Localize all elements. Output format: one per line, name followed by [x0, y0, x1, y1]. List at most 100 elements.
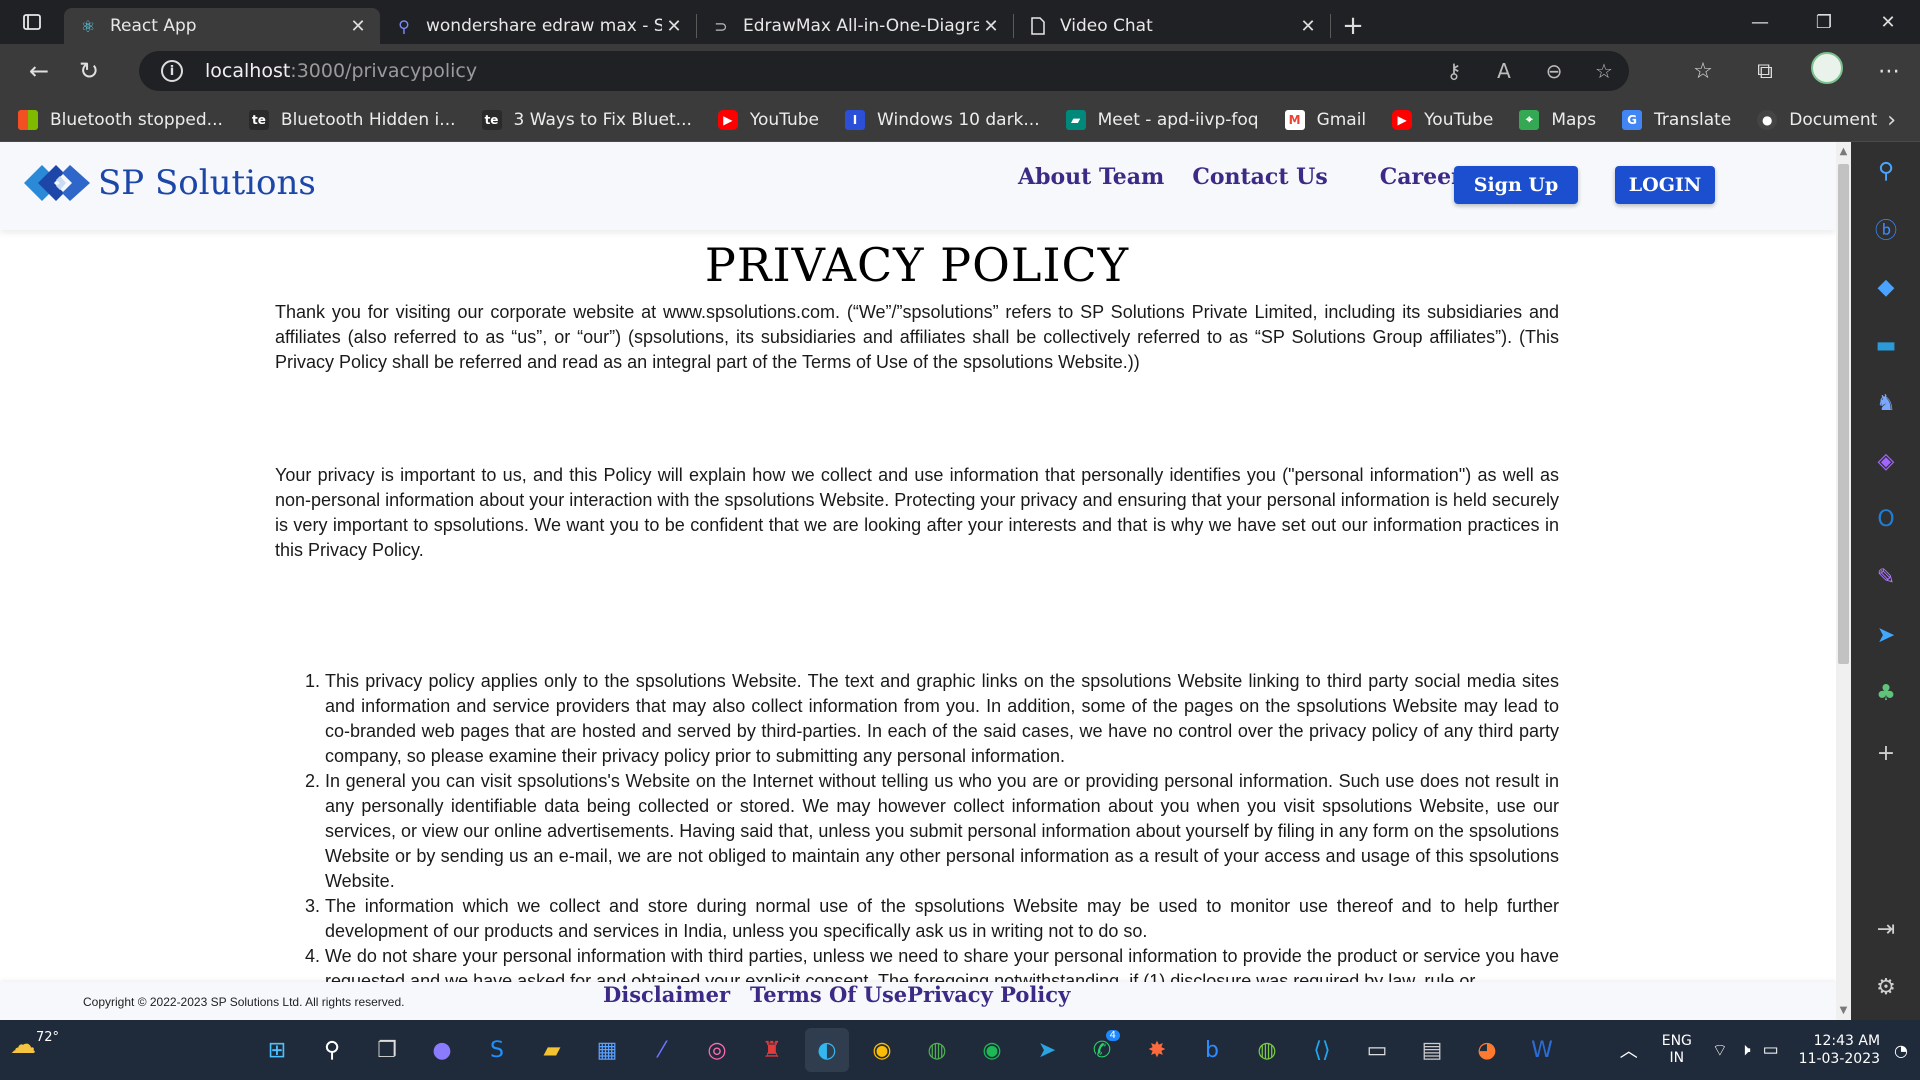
chevron-up-icon[interactable]: ︿	[1620, 1037, 1638, 1063]
close-tab-icon[interactable]: ✕	[1296, 16, 1320, 37]
bookmark-item[interactable]: ⌖ Maps	[1519, 109, 1596, 130]
bookmark-item[interactable]: Bluetooth stopped...	[18, 109, 223, 130]
site-info-icon[interactable]: i	[161, 60, 183, 82]
mysql-icon[interactable]: ▤	[1410, 1028, 1454, 1072]
whatsapp-icon[interactable]: ✆ 4	[1080, 1028, 1124, 1072]
bookmark-item[interactable]: te Bluetooth Hidden i...	[248, 109, 456, 130]
address-bar[interactable]: i localhost :3000/privacypolicy ⚷ A ⊖ ☆	[139, 51, 1629, 91]
close-tab-icon[interactable]: ✕	[346, 16, 370, 37]
battery-icon[interactable]: ▭	[1763, 1040, 1779, 1060]
restore-icon[interactable]: ❐	[1792, 0, 1856, 44]
designer-icon[interactable]: ✎	[1871, 562, 1901, 592]
teams-chat-icon[interactable]: ●	[420, 1028, 464, 1072]
notification-icon[interactable]: ◔	[1894, 1041, 1908, 1060]
tab-actions-menu-icon[interactable]	[0, 0, 64, 44]
creative-cloud-icon[interactable]: ◎	[695, 1028, 739, 1072]
more-menu-icon[interactable]: ⋯	[1858, 59, 1920, 84]
sublime-icon[interactable]: ◕	[1465, 1028, 1509, 1072]
terminal-icon[interactable]: ▭	[1355, 1028, 1399, 1072]
search-icon[interactable]: ⚲	[1871, 156, 1901, 186]
word-icon[interactable]: W	[1520, 1028, 1564, 1072]
close-tab-icon[interactable]: ✕	[979, 16, 1003, 37]
bookmark-item[interactable]: ▰ Meet - apd-iivp-foq	[1065, 109, 1259, 130]
wifi-icon[interactable]: ⌔	[1712, 1040, 1728, 1061]
bookmark-item[interactable]: G Translate	[1622, 109, 1731, 130]
minimize-icon[interactable]: —	[1728, 0, 1792, 44]
close-tab-icon[interactable]: ✕	[662, 16, 686, 37]
add-favorite-icon[interactable]: ☆	[1579, 59, 1629, 83]
tree-icon[interactable]: ♣	[1871, 678, 1901, 708]
nav-contact-us[interactable]: Contact Us	[1192, 164, 1327, 190]
zoom-icon[interactable]: ⊖	[1529, 59, 1579, 83]
bookmark-item[interactable]: ▶ YouTube	[1392, 109, 1493, 130]
bing-icon[interactable]: b	[1190, 1028, 1234, 1072]
leaf-app-icon[interactable]: ◍	[1245, 1028, 1289, 1072]
bookmark-item[interactable]: I Windows 10 dark...	[845, 109, 1040, 130]
green-app-icon[interactable]: ◍	[915, 1028, 959, 1072]
speaker-muted-icon[interactable]: 🕨	[1740, 1040, 1751, 1060]
edge-icon[interactable]: ◐	[805, 1028, 849, 1072]
read-aloud-icon[interactable]: A	[1479, 59, 1529, 83]
outlook-icon[interactable]: O	[1871, 504, 1901, 534]
weather-widget[interactable]: ☁ 72°	[10, 1030, 59, 1060]
collections-icon[interactable]: ⧉	[1734, 59, 1796, 84]
games-icon[interactable]: ♞	[1871, 388, 1901, 418]
footer-privacy-link[interactable]: Privacy Policy	[907, 982, 1070, 1007]
task-view-icon[interactable]: ❐	[365, 1028, 409, 1072]
telegram-icon[interactable]: ➤	[1025, 1028, 1069, 1072]
postman-icon[interactable]: ✸	[1135, 1028, 1179, 1072]
bing-chat-icon[interactable]: ⓑ	[1871, 214, 1901, 244]
footer-terms-link[interactable]: Terms Of Use	[750, 982, 907, 1007]
hide-sidebar-icon[interactable]: ⇥	[1871, 914, 1901, 944]
add-icon[interactable]: +	[1871, 738, 1901, 768]
site-logo[interactable]: SP Solutions	[20, 152, 316, 214]
visual-studio-icon[interactable]: ⁄	[640, 1028, 684, 1072]
login-button[interactable]: LOGIN	[1615, 166, 1715, 204]
microsoft-store-icon[interactable]: ▦	[585, 1028, 629, 1072]
scrollbar-thumb[interactable]	[1838, 164, 1849, 664]
footer-disclaimer-link[interactable]: Disclaimer	[603, 982, 730, 1007]
bookmark-item[interactable]: ● Document	[1757, 109, 1877, 130]
key-icon[interactable]: ⚷	[1429, 59, 1479, 83]
skype-icon[interactable]: S	[475, 1028, 519, 1072]
edge-sidebar: ⚲ ⓑ ◆ ▬ ♞ ◈ O ✎ ➤ ♣ + ⇥ ⚙	[1851, 142, 1920, 1020]
office-icon[interactable]: ◈	[1871, 446, 1901, 476]
privacy-paragraph: Your privacy is important to us, and thi…	[275, 465, 1559, 560]
file-explorer-icon[interactable]: ▰	[530, 1028, 574, 1072]
bookmark-item[interactable]: te 3 Ways to Fix Bluet...	[481, 109, 692, 130]
address-toolbar: ← ↻ i localhost :3000/privacypolicy ⚷ A …	[0, 44, 1920, 98]
back-arrow-icon[interactable]: ←	[14, 51, 64, 91]
browser-tab-react-app[interactable]: ⚛ React App ✕	[64, 8, 380, 44]
favorites-icon[interactable]: ☆	[1672, 59, 1734, 84]
scroll-down-arrow-icon[interactable]: ▼	[1838, 1005, 1849, 1016]
sign-up-button[interactable]: Sign Up	[1454, 166, 1578, 204]
close-window-icon[interactable]: ✕	[1856, 0, 1920, 44]
language-indicator[interactable]: ENG IN	[1662, 1033, 1692, 1067]
profile-avatar[interactable]	[1796, 52, 1858, 90]
page-scrollbar[interactable]: ▲ ▼	[1836, 142, 1851, 1020]
new-tab-button[interactable]: +	[1331, 8, 1375, 44]
mcafee-shield-icon[interactable]: ♜	[750, 1028, 794, 1072]
bookmark-item[interactable]: M Gmail	[1284, 109, 1366, 130]
gear-icon[interactable]: ⚙	[1871, 972, 1901, 1002]
vscode-icon[interactable]: ⟨⟩	[1300, 1028, 1344, 1072]
browser-tab-video-chat[interactable]: Video Chat ✕	[1014, 8, 1330, 44]
clock[interactable]: 12:43 AM 11-03-2023	[1799, 1032, 1880, 1068]
footer-links: Disclaimer Terms Of Use Privacy Policy	[603, 982, 1070, 1007]
search-icon: ⚲	[398, 16, 410, 36]
browser-tab-search[interactable]: ⚲ wondershare edraw max - Search ✕	[380, 8, 696, 44]
react-icon: ⚛	[80, 16, 96, 36]
tools-briefcase-icon[interactable]: ▬	[1871, 330, 1901, 360]
browser-tab-edrawmax[interactable]: ⊃ EdrawMax All-in-One-Diagram Software ✕	[697, 8, 1013, 44]
nav-about-team[interactable]: About Team	[1018, 164, 1164, 190]
shopping-tag-icon[interactable]: ◆	[1871, 272, 1901, 302]
telegram-send-icon[interactable]: ➤	[1871, 620, 1901, 650]
refresh-icon[interactable]: ↻	[64, 51, 114, 91]
scroll-up-arrow-icon[interactable]: ▲	[1838, 146, 1849, 157]
search-icon[interactable]: ⚲	[310, 1028, 354, 1072]
start-windows-icon[interactable]: ⊞	[255, 1028, 299, 1072]
bookmark-item[interactable]: ▶ YouTube	[717, 109, 819, 130]
chevron-right-icon[interactable]: ›	[1887, 108, 1896, 133]
chrome-icon[interactable]: ◉	[860, 1028, 904, 1072]
spotify-icon[interactable]: ◉	[970, 1028, 1014, 1072]
